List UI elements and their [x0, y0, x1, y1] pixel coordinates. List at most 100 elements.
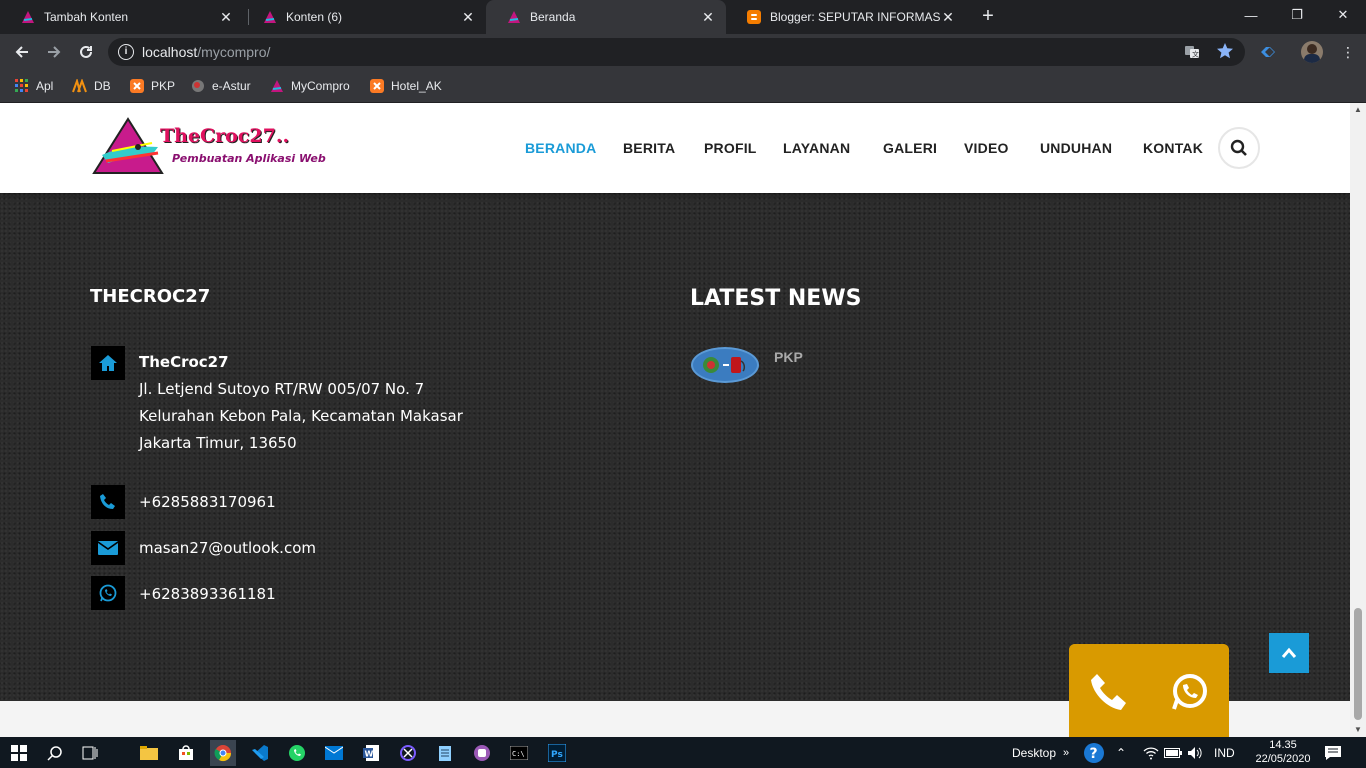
floating-whatsapp-button[interactable]: [1149, 644, 1229, 737]
bookmark-hotel-ak[interactable]: Hotel_AK: [369, 77, 442, 95]
address-bar[interactable]: i localhost/mycompro/ 文: [108, 38, 1245, 66]
footer-whatsapp[interactable]: +6283893361181: [139, 581, 276, 608]
bookmark-mycompro[interactable]: MyCompro: [269, 77, 350, 95]
tab-tambah-konten[interactable]: Tambah Konten ✕: [0, 0, 244, 34]
address-line: Jl. Letjend Sutoyo RT/RW 005/07 No. 7: [139, 380, 425, 398]
notification-icon[interactable]: [1320, 740, 1346, 766]
nav-video[interactable]: VIDEO: [964, 140, 1009, 156]
search-button[interactable]: [1218, 127, 1260, 169]
xampp-icon: [369, 78, 385, 94]
store-icon[interactable]: [173, 740, 199, 766]
language-indicator[interactable]: IND: [1214, 737, 1235, 768]
close-tab-icon[interactable]: ✕: [218, 9, 234, 25]
minimize-button[interactable]: —: [1228, 0, 1274, 30]
site-favicon-icon: [262, 9, 278, 25]
windows-start-icon[interactable]: [6, 740, 32, 766]
footer-company-heading: THECROC27: [90, 286, 211, 307]
reload-icon[interactable]: [74, 40, 98, 64]
tab-konten[interactable]: Konten (6) ✕: [242, 0, 486, 34]
news-thumbnail[interactable]: [691, 347, 759, 383]
chevron-up-icon[interactable]: ⌃: [1116, 737, 1126, 768]
tab-blogger[interactable]: Blogger: SEPUTAR INFORMASI D ✕: [726, 0, 966, 34]
close-tab-icon[interactable]: ✕: [940, 9, 956, 25]
terminal-icon[interactable]: C:\: [506, 740, 532, 766]
clock[interactable]: 14.35 22/05/2020: [1248, 737, 1318, 768]
profile-avatar[interactable]: [1300, 40, 1324, 64]
envelope-icon: [91, 531, 125, 565]
nav-layanan[interactable]: LAYANAN: [783, 140, 850, 156]
xampp-icon: [129, 78, 145, 94]
desktop-toolbar-label[interactable]: Desktop: [1012, 737, 1056, 768]
nav-galeri[interactable]: GALERI: [883, 140, 937, 156]
volume-icon[interactable]: [1182, 740, 1208, 766]
address-line: Jakarta Timur, 13650: [139, 434, 297, 452]
browser-tab-strip: Tambah Konten ✕ Konten (6) ✕ Beranda ✕ B…: [0, 0, 1366, 34]
news-item-link[interactable]: PKP: [774, 349, 803, 365]
menu-kebab-icon[interactable]: ⋮: [1336, 40, 1360, 64]
chrome-icon[interactable]: [210, 740, 236, 766]
tab-beranda[interactable]: Beranda ✕: [486, 0, 726, 34]
close-tab-icon[interactable]: ✕: [460, 9, 476, 25]
globe-icon: [190, 78, 206, 94]
bookmark-apps[interactable]: Apl: [14, 77, 53, 95]
footer-phone[interactable]: +6285883170961: [139, 489, 276, 516]
task-view-icon[interactable]: [77, 740, 103, 766]
bookmark-label: Apl: [36, 79, 54, 93]
close-window-button[interactable]: ✕: [1320, 0, 1366, 30]
latest-news-heading: LATEST NEWS: [690, 286, 862, 311]
bookmark-db[interactable]: DB: [72, 77, 111, 95]
new-tab-button[interactable]: +: [978, 5, 998, 29]
word-icon[interactable]: W: [358, 740, 384, 766]
site-footer: THECROC27 TheCroc27 Jl. Letjend Sutoyo R…: [0, 193, 1350, 701]
search-icon: [1230, 139, 1247, 156]
clock-time: 14.35: [1269, 739, 1297, 751]
whatsapp-icon: [1172, 673, 1207, 710]
browser-toolbar: i localhost/mycompro/ 文 ⋮: [0, 34, 1366, 70]
app-purple-icon[interactable]: [469, 740, 495, 766]
search-icon[interactable]: [42, 740, 68, 766]
translate-icon[interactable]: 文: [1184, 44, 1200, 63]
bookmark-star-icon[interactable]: [1216, 42, 1234, 65]
scroll-to-top-button[interactable]: [1269, 633, 1309, 673]
restore-button[interactable]: ❐: [1274, 0, 1320, 30]
windows-taskbar: W C:\ Ps Desktop » ? ⌃ IND 14.35 22/05/2…: [0, 737, 1366, 768]
company-name: TheCroc27: [139, 353, 229, 371]
vertical-scrollbar[interactable]: ▲ ▼: [1350, 103, 1366, 737]
scroll-up-arrow-icon[interactable]: ▲: [1350, 103, 1366, 117]
tab-title: Beranda: [530, 10, 576, 24]
blogger-icon: [746, 9, 762, 25]
nav-profil[interactable]: PROFIL: [704, 140, 757, 156]
forward-arrow-icon[interactable]: [42, 40, 66, 64]
address-line: Kelurahan Kebon Pala, Kecamatan Makasar: [139, 407, 463, 425]
bookmark-pkp[interactable]: PKP: [129, 77, 175, 95]
bookmark-label: PKP: [151, 79, 176, 93]
nav-kontak[interactable]: KONTAK: [1143, 140, 1203, 156]
mail-icon[interactable]: [321, 740, 347, 766]
whatsapp-icon[interactable]: [284, 740, 310, 766]
nav-berita[interactable]: BERITA: [623, 140, 675, 156]
photoshop-icon[interactable]: Ps: [544, 740, 570, 766]
site-logo[interactable]: TheCroc27.. Pembuatan Aplikasi Web: [92, 117, 342, 175]
nav-beranda[interactable]: BERANDA: [525, 140, 596, 156]
bookmark-label: Hotel_AK: [391, 79, 442, 93]
close-tab-icon[interactable]: ✕: [700, 9, 716, 25]
extension-icon[interactable]: [1256, 40, 1280, 64]
app-hexagon-icon[interactable]: [395, 740, 421, 766]
bookmark-e-astur[interactable]: e-Astur: [190, 77, 251, 95]
nav-unduhan[interactable]: UNDUHAN: [1040, 140, 1112, 156]
footer-email[interactable]: masan27@outlook.com: [139, 535, 316, 562]
scrollbar-thumb[interactable]: [1354, 608, 1362, 720]
notepad-icon[interactable]: [432, 740, 458, 766]
back-arrow-icon[interactable]: [10, 40, 34, 64]
chevron-double-right-icon[interactable]: »: [1063, 737, 1069, 768]
help-icon[interactable]: ?: [1081, 740, 1107, 766]
site-info-icon[interactable]: i: [118, 44, 134, 60]
phone-icon: [91, 485, 125, 519]
vscode-icon[interactable]: [247, 740, 273, 766]
whatsapp-icon: [91, 576, 125, 610]
scroll-down-arrow-icon[interactable]: ▼: [1350, 723, 1366, 737]
file-explorer-icon[interactable]: [136, 740, 162, 766]
floating-contact-bar: [1069, 644, 1229, 737]
floating-call-button[interactable]: [1069, 644, 1149, 737]
site-header: TheCroc27.. Pembuatan Aplikasi Web BERAN…: [0, 103, 1350, 193]
